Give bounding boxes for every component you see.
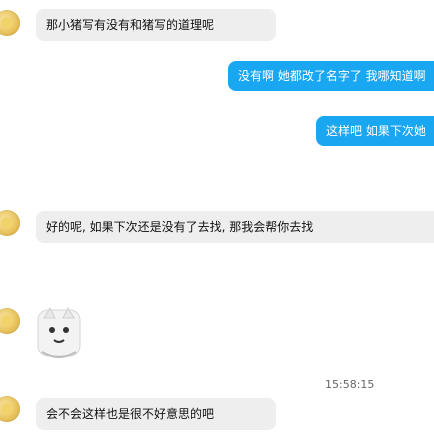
avatar-face-icon [1,403,13,415]
message-text: 这样吧 如果下次她 [326,124,426,138]
avatar-face-icon [1,315,13,327]
avatar[interactable] [0,396,20,422]
avatar-face-icon [1,17,13,29]
message-timestamp: 15:58:15 [325,378,375,391]
incoming-message-bubble[interactable]: 那小猪写有没有和猪写的道理呢 [36,9,276,41]
incoming-message-bubble[interactable]: 会不会这样也是很不好意思的吧 [36,398,276,430]
chat-window: 那小猪写有没有和猪写的道理呢 没有啊 她都改了名字了 我哪知道啊 这样吧 如果下… [0,0,434,444]
avatar[interactable] [0,210,20,236]
cat-sticker-icon[interactable] [24,300,94,370]
outgoing-message-bubble[interactable]: 没有啊 她都改了名字了 我哪知道啊 [228,61,434,91]
message-text: 那小猪写有没有和猪写的道理呢 [46,18,215,32]
avatar[interactable] [0,308,20,334]
message-text: 好的呢, 如果下次还是没有了去找, 那我会帮你去找 [46,220,314,234]
message-text: 没有啊 她都改了名字了 我哪知道啊 [238,69,426,83]
cat-sticker-icon [37,306,81,358]
avatar[interactable] [0,10,20,36]
incoming-message-bubble[interactable]: 好的呢, 如果下次还是没有了去找, 那我会帮你去找 [36,211,434,243]
message-text: 会不会这样也是很不好意思的吧 [46,407,215,421]
outgoing-message-bubble[interactable]: 这样吧 如果下次她 [316,116,434,146]
avatar-face-icon [1,217,13,229]
